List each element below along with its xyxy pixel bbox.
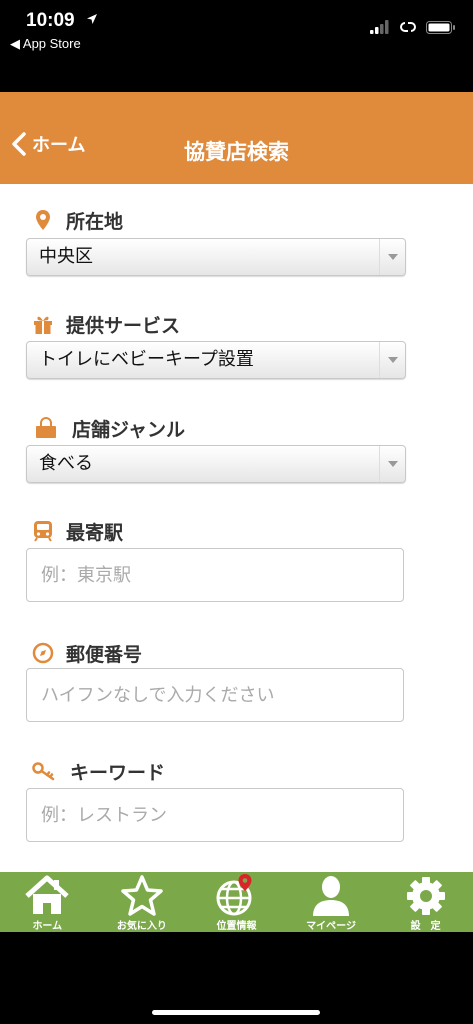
gift-icon: [34, 316, 52, 334]
person-icon: [313, 876, 350, 916]
service-select-value: トイレにベビーキープ設置: [39, 349, 254, 370]
home-indicator[interactable]: [152, 1010, 320, 1015]
battery-icon: [426, 21, 455, 34]
tab-home[interactable]: ホーム: [0, 872, 95, 932]
page-title: 協賛店検索: [184, 140, 289, 164]
location-select[interactable]: 中央区: [26, 238, 406, 276]
tab-settings[interactable]: 設 定: [378, 872, 473, 932]
location-field-label: 所在地: [32, 206, 123, 234]
location-arrow-icon: [87, 14, 97, 24]
search-form: 所在地 中央区 提供サービス トイレにベビーキープ設置 店舗ジャンル 食べる 最…: [0, 184, 473, 872]
status-time: 10:09: [26, 10, 75, 31]
home-icon: [25, 875, 69, 914]
station-label-text: 最寄駅: [66, 521, 124, 544]
navigation-bar: ホーム 協賛店検索: [0, 92, 473, 184]
cellular-signal-icon: [370, 20, 389, 34]
star-icon: [121, 875, 163, 916]
service-select[interactable]: トイレにベビーキープ設置: [26, 341, 406, 379]
tab-settings-label: 設 定: [410, 921, 441, 932]
keyword-input[interactable]: [26, 788, 404, 842]
map-pin-icon: [36, 210, 50, 230]
genre-label-text: 店舗ジャンル: [72, 418, 186, 441]
dropdown-arrow-icon: [379, 239, 405, 275]
genre-field-label: 店舗ジャンル: [32, 414, 185, 442]
postal-code-input[interactable]: [26, 668, 404, 722]
tab-bar: ホーム お気に入り 位置情報 マイページ 設 定: [0, 872, 473, 932]
location-select-value: 中央区: [39, 246, 93, 267]
postal-field-label: 郵便番号: [32, 639, 142, 667]
tab-mypage[interactable]: マイページ: [284, 872, 379, 932]
tab-mypage-label: マイページ: [306, 921, 356, 932]
compass-icon: [32, 642, 54, 664]
service-field-label: 提供サービス: [32, 310, 180, 338]
station-field-label: 最寄駅: [32, 517, 123, 545]
genre-select-value: 食べる: [39, 453, 93, 474]
gear-icon: [406, 877, 445, 915]
tab-location-label: 位置情報: [216, 921, 257, 932]
station-input[interactable]: [26, 548, 404, 602]
location-label-text: 所在地: [66, 210, 124, 233]
bottom-safe-area: [0, 932, 473, 1024]
personal-hotspot-icon: [400, 22, 416, 32]
back-to-app-store-link[interactable]: ◀ App Store: [10, 36, 81, 52]
globe-pin-icon: [216, 874, 252, 916]
tab-home-label: ホーム: [32, 921, 63, 932]
dropdown-arrow-icon: [379, 342, 405, 378]
service-label-text: 提供サービス: [66, 314, 181, 337]
key-icon: [32, 762, 55, 781]
tab-favorites-label: お気に入り: [116, 921, 167, 932]
shopping-bag-icon: [36, 417, 56, 438]
keyword-field-label: キーワード: [32, 757, 165, 785]
tab-favorites[interactable]: お気に入り: [95, 872, 190, 932]
train-icon: [34, 521, 52, 542]
keyword-label-text: キーワード: [70, 761, 166, 784]
tab-location[interactable]: 位置情報: [189, 872, 284, 932]
dropdown-arrow-icon: [379, 446, 405, 482]
status-bar: 10:09 ◀ App Store: [0, 0, 473, 92]
postal-label-text: 郵便番号: [66, 643, 143, 666]
genre-select[interactable]: 食べる: [26, 445, 406, 483]
